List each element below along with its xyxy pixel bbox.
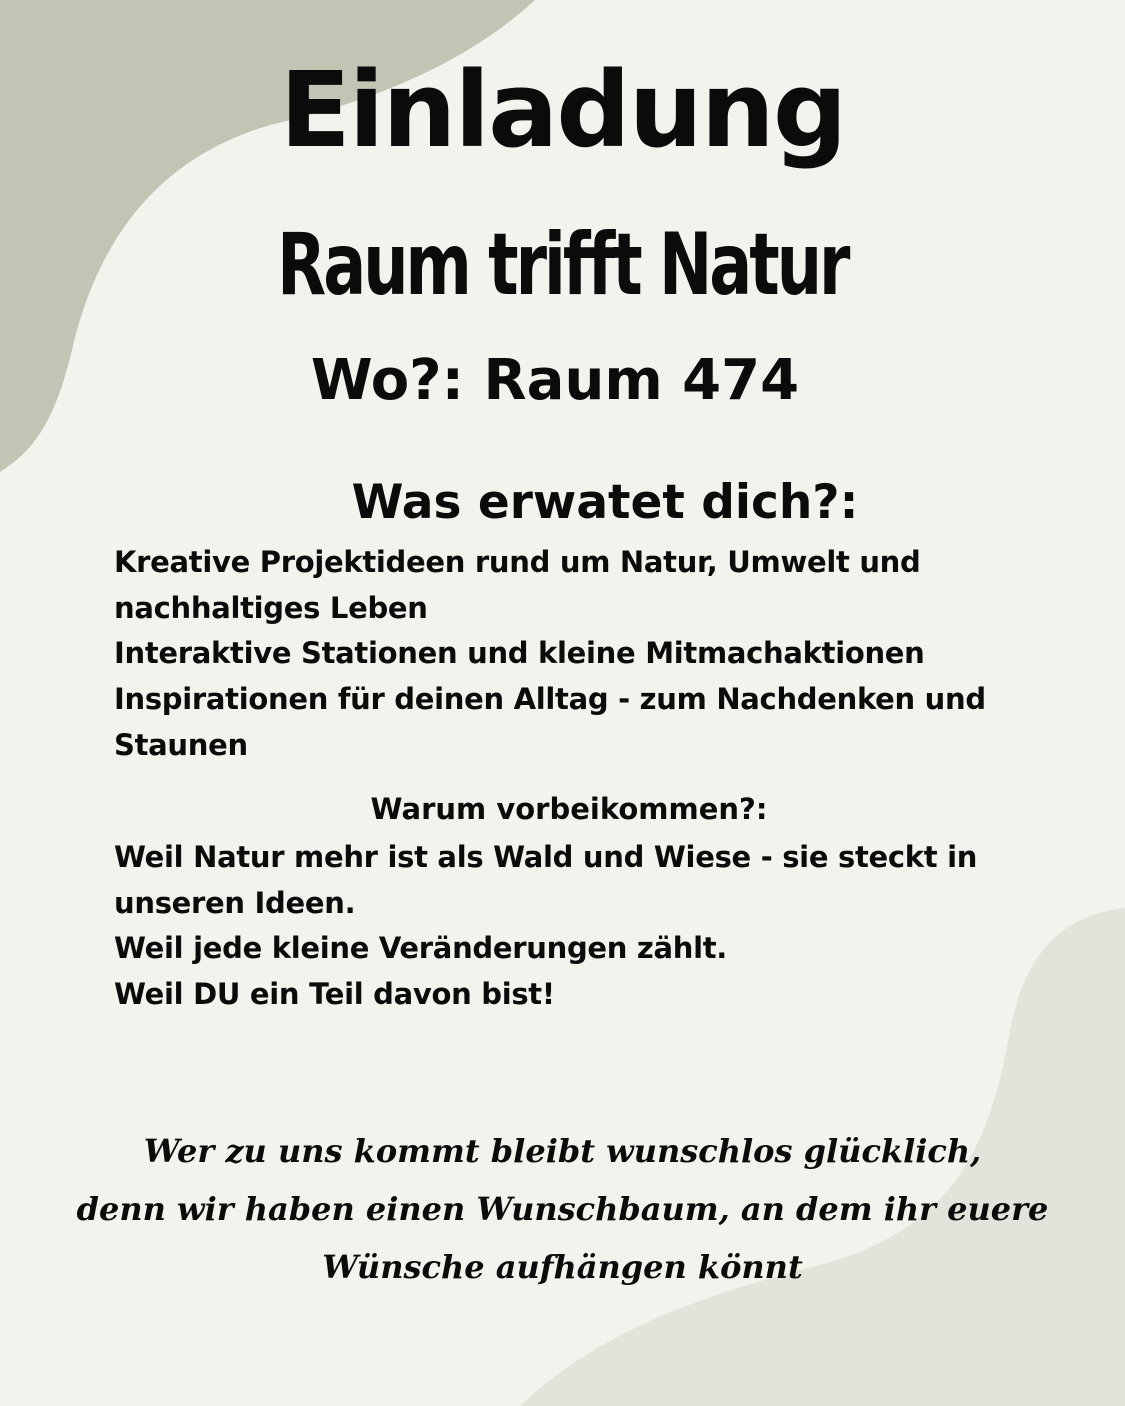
expect-line: Kreative Projektideen rund um Natur, Umw… xyxy=(114,545,921,579)
closing-message: Wer zu uns kommt bleibt wunschlos glückl… xyxy=(0,1122,1125,1296)
expect-line: Inspirationen für deinen Alltag - zum Na… xyxy=(114,682,986,717)
event-subtitle-text: Raum trifft Natur xyxy=(277,215,850,315)
expect-line: nachhaltiges Leben xyxy=(114,590,428,625)
reasons-heading: Warum vorbeikommen?: xyxy=(370,792,768,826)
reason-line: Weil Natur mehr ist als Wald und Wiese -… xyxy=(114,840,978,874)
event-subtitle: Raum trifft Natur xyxy=(0,222,1125,308)
reasons-list: Weil Natur mehr ist als Wald und Wiese -… xyxy=(114,835,1014,1018)
invitation-title: Einladung xyxy=(279,49,848,171)
closing-line: denn wir haben einen Wunschbaum, an dem … xyxy=(76,1190,1049,1228)
closing-line: Wer zu uns kommt bleibt wunschlos glückl… xyxy=(143,1132,982,1170)
expect-heading: Was erwatet dich?: xyxy=(351,475,859,530)
reason-line: Weil DU ein Teil davon bist! xyxy=(114,977,555,1012)
event-location: Wo?: Raum 474 xyxy=(310,348,800,413)
expect-line: Staunen xyxy=(114,727,248,762)
reason-line: unseren Ideen. xyxy=(114,885,356,920)
closing-line: Wünsche aufhängen könnt xyxy=(322,1248,803,1286)
expect-list: Kreative Projektideen rund um Natur, Umw… xyxy=(114,540,1014,769)
expect-line: Interaktive Stationen und kleine Mitmach… xyxy=(114,636,925,671)
reason-line: Weil jede kleine Veränderungen zählt. xyxy=(114,931,728,966)
